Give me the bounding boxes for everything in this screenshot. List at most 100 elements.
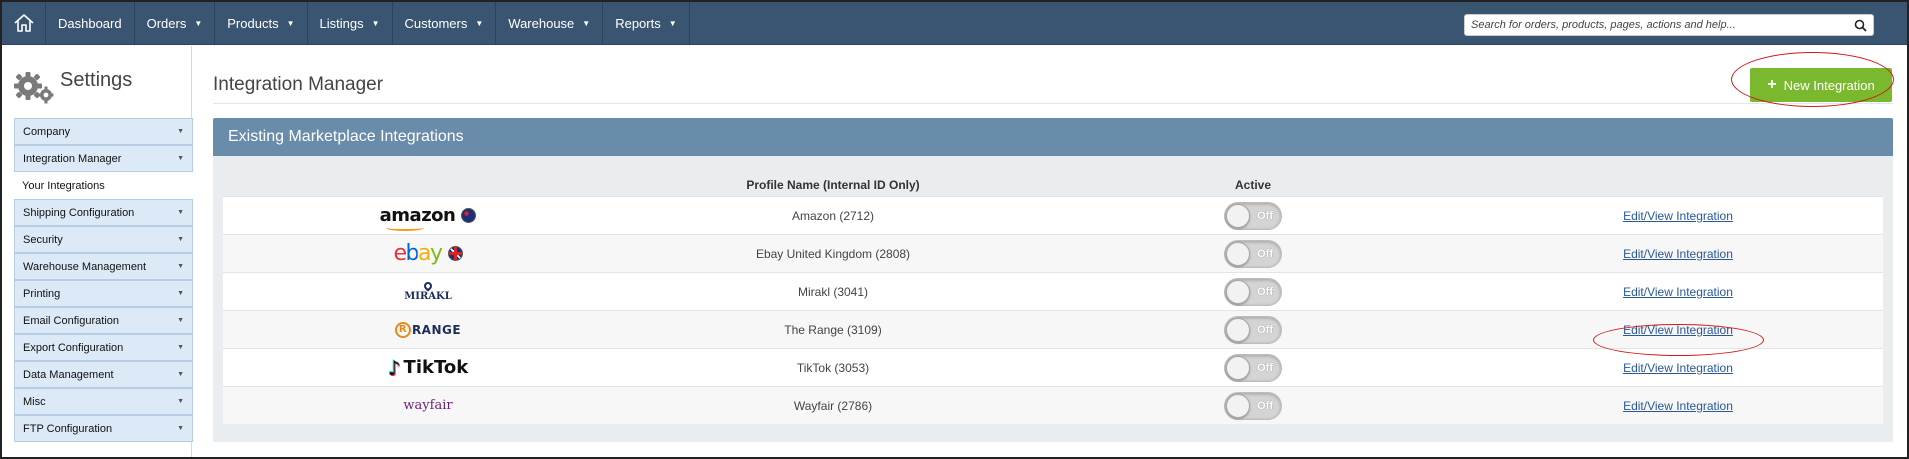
- ebay-logo-text: ebay: [393, 241, 443, 266]
- edit-view-integration-link[interactable]: Edit/View Integration: [1623, 361, 1733, 375]
- search-input[interactable]: [1471, 19, 1854, 31]
- mirakl-logo-text: MIRAKL: [404, 290, 452, 302]
- app-window: Dashboard Orders ▼ Products ▼ Listings ▼ Custom…: [0, 0, 1909, 459]
- profile-name-cell: The Range (3109): [784, 322, 882, 337]
- toggle-knob: [1226, 241, 1250, 266]
- tiktok-logo-text: TikTok: [403, 357, 469, 378]
- wayfair-logo: wayfair: [403, 398, 453, 413]
- table-row: R RANGE The Range (3109) Off Edit/View Integ…: [223, 310, 1883, 348]
- edit-view-integration-link[interactable]: Edit/View Integration: [1623, 247, 1733, 261]
- active-toggle[interactable]: Off: [1224, 391, 1282, 420]
- sidebar-item-label: Misc: [23, 395, 46, 408]
- logo-cell: amazon: [223, 205, 633, 231]
- edit-view-integration-link[interactable]: Edit/View Integration: [1623, 209, 1733, 223]
- toggle-knob: [1226, 279, 1250, 304]
- nav-item-products[interactable]: Products ▼: [215, 2, 308, 45]
- nav-item-dashboard[interactable]: Dashboard: [46, 2, 135, 45]
- home-button[interactable]: [2, 2, 46, 45]
- sidebar-item-data-management[interactable]: Data Management ▼: [14, 361, 193, 388]
- table-row: amazon Amazon (2712) Off Edit/View Integrat…: [223, 196, 1883, 234]
- active-toggle[interactable]: Off: [1224, 353, 1282, 382]
- profile-name-cell: TikTok (3053): [796, 360, 870, 375]
- logo-cell: MIRAKL: [223, 279, 633, 302]
- sidebar-item-label: FTP Configuration: [23, 422, 113, 435]
- new-integration-button[interactable]: + New Integration: [1750, 68, 1892, 102]
- edit-view-integration-link[interactable]: Edit/View Integration: [1623, 323, 1733, 337]
- nav-item-reports[interactable]: Reports ▼: [603, 2, 690, 45]
- amazon-smile-icon: [385, 225, 424, 231]
- title-divider: [213, 103, 1893, 104]
- caret-down-icon: ▼: [177, 155, 184, 162]
- caret-down-icon: ▼: [177, 317, 184, 324]
- active-toggle[interactable]: Off: [1224, 201, 1282, 230]
- header-profile-name: Profile Name (Internal ID Only): [746, 178, 920, 192]
- profile-name-cell: Mirakl (3041): [797, 284, 869, 299]
- sidebar-item-your-integrations[interactable]: Your Integrations: [14, 172, 193, 199]
- table-row: MIRAKL Mirakl (3041) Off Edit/View Integrat…: [223, 272, 1883, 310]
- search-icon[interactable]: [1854, 19, 1867, 32]
- logo-cell: R RANGE: [223, 321, 633, 338]
- active-toggle[interactable]: Off: [1224, 239, 1282, 268]
- sidebar-item-ftp-configuration[interactable]: FTP Configuration ▼: [14, 415, 193, 442]
- nav-item-warehouse[interactable]: Warehouse ▼: [496, 2, 604, 45]
- link-cell: Edit/View Integration: [1473, 323, 1883, 337]
- nav-item-listings[interactable]: Listings ▼: [308, 2, 393, 45]
- caret-down-icon: ▼: [371, 18, 380, 28]
- sidebar-item-printing[interactable]: Printing ▼: [14, 280, 193, 307]
- edit-view-integration-link[interactable]: Edit/View Integration: [1623, 285, 1733, 299]
- nav-menu: Dashboard Orders ▼ Products ▼ Listings ▼ Custom…: [46, 2, 690, 45]
- range-logo-text: RANGE: [411, 322, 462, 337]
- nav-item-orders[interactable]: Orders ▼: [135, 2, 216, 45]
- header-active: Active: [1234, 178, 1272, 192]
- page-title: Integration Manager: [213, 74, 384, 95]
- edit-view-integration-link[interactable]: Edit/View Integration: [1623, 399, 1733, 413]
- new-integration-label: New Integration: [1783, 77, 1875, 93]
- sidebar-item-warehouse-management[interactable]: Warehouse Management ▼: [14, 253, 193, 280]
- caret-down-icon: ▼: [668, 18, 677, 28]
- toggle-label: Off: [1257, 247, 1273, 260]
- mirakl-logo: MIRAKL: [404, 279, 452, 302]
- nav-item-customers[interactable]: Customers ▼: [393, 2, 497, 45]
- sidebar-item-shipping-configuration[interactable]: Shipping Configuration ▼: [14, 199, 193, 226]
- range-r-icon: R: [394, 321, 411, 338]
- link-cell: Edit/View Integration: [1473, 361, 1883, 375]
- sidebar-item-security[interactable]: Security ▼: [14, 226, 193, 253]
- toggle-knob: [1226, 393, 1250, 418]
- tiktok-logo: ♪ TikTok: [388, 356, 468, 380]
- nav-item-label: Warehouse: [508, 15, 575, 31]
- sidebar-item-company[interactable]: Company ▼: [14, 118, 193, 145]
- active-toggle[interactable]: Off: [1224, 277, 1282, 306]
- settings-menu: Company ▼ Integration Manager ▼ Your Integra…: [14, 118, 193, 442]
- caret-down-icon: ▼: [177, 209, 184, 216]
- sidebar-item-email-configuration[interactable]: Email Configuration ▼: [14, 307, 193, 334]
- toggle-label: Off: [1257, 209, 1273, 222]
- logo-cell: wayfair: [223, 398, 633, 413]
- active-toggle[interactable]: Off: [1224, 315, 1282, 344]
- sidebar-item-integration-manager[interactable]: Integration Manager ▼: [14, 145, 193, 172]
- link-cell: Edit/View Integration: [1473, 285, 1883, 299]
- sidebar-title: Settings: [60, 68, 133, 91]
- toggle-knob: [1226, 317, 1250, 342]
- caret-down-icon: ▼: [194, 18, 203, 28]
- panel-title: Existing Marketplace Integrations: [213, 118, 1893, 156]
- sidebar-item-export-configuration[interactable]: Export Configuration ▼: [14, 334, 193, 361]
- active-cell: Off: [1033, 391, 1473, 420]
- ebay-logo: ebay: [393, 241, 443, 266]
- sidebar-item-label: Data Management: [23, 368, 114, 381]
- active-cell: Off: [1033, 239, 1473, 268]
- nav-item-label: Dashboard: [58, 15, 122, 31]
- active-cell: Off: [1033, 201, 1473, 230]
- caret-down-icon: ▼: [177, 344, 184, 351]
- nav-item-label: Products: [227, 15, 279, 31]
- sidebar-item-label: Company: [23, 125, 71, 138]
- caret-down-icon: ▼: [475, 18, 484, 28]
- table-row: wayfair Wayfair (2786) Off Edit/View Integr…: [223, 386, 1883, 424]
- caret-down-icon: ▼: [177, 236, 184, 243]
- nav-item-label: Orders: [146, 15, 187, 31]
- caret-down-icon: ▼: [286, 18, 295, 28]
- table-row: ♪ TikTok TikTok (3053) Off Edit/View Integra…: [223, 348, 1883, 386]
- caret-down-icon: ▼: [582, 18, 591, 28]
- global-search[interactable]: [1464, 14, 1874, 36]
- sidebar-item-misc[interactable]: Misc ▼: [14, 388, 193, 415]
- sidebar-item-label: Integration Manager: [23, 152, 122, 165]
